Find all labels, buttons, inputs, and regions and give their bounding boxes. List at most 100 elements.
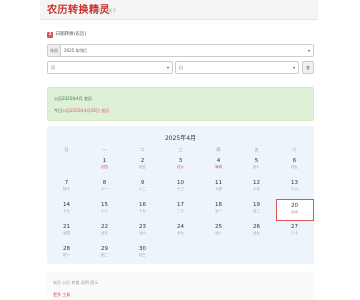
top-nav: 首页 关于 bbox=[93, 8, 122, 14]
day-number: 19 bbox=[253, 202, 260, 208]
lunar-day: 廿九 bbox=[253, 231, 260, 235]
weekday-header: 六 bbox=[292, 147, 297, 152]
calendar-day[interactable]: 15 十八 bbox=[86, 199, 124, 221]
month-calendar: 2025年4月 日一二三四五六 1 初四 2 初五 3 初六 4 清明 5 初八 6 初九 7 初十 8 十一 9… bbox=[47, 126, 314, 264]
nav-home-link[interactable]: 首页 bbox=[93, 8, 101, 13]
day-number: 26 bbox=[253, 224, 260, 230]
month-select[interactable]: 月 ▾ bbox=[47, 61, 173, 74]
section-title-text: 日期转换(农历) bbox=[55, 32, 87, 37]
chevron-down-icon: ▾ bbox=[292, 65, 295, 70]
day-number: 6 bbox=[292, 158, 297, 164]
day-number: 28 bbox=[63, 246, 70, 252]
day-number: 2 bbox=[140, 158, 145, 164]
calendar-day[interactable]: 11 十四 bbox=[200, 177, 238, 199]
footnote: 农历 公历 转换 说明 提示 更多 工具 bbox=[47, 272, 314, 300]
footnote-line-1: 农历 公历 转换 说明 提示 bbox=[53, 280, 99, 285]
calendar-day[interactable]: 7 初十 bbox=[48, 177, 86, 199]
day-number: 10 bbox=[177, 180, 184, 186]
weekday-header: 三 bbox=[178, 147, 183, 152]
lunar-day: 谷雨 bbox=[291, 210, 298, 214]
lunar-day: 十三 bbox=[177, 187, 184, 191]
lunar-day: 十二 bbox=[139, 187, 146, 191]
lunar-day: 廿二 bbox=[253, 209, 260, 213]
lunar-day: 初三 bbox=[139, 253, 146, 257]
footnote-line-2[interactable]: 更多 工具 bbox=[53, 292, 70, 298]
weekday-header: 二 bbox=[140, 147, 145, 152]
lunar-day: 十七 bbox=[63, 209, 70, 213]
day-number: 9 bbox=[140, 180, 145, 186]
result-line-2-date: 公历2025年4月20日 农历 bbox=[62, 108, 110, 113]
lunar-day: 廿六 bbox=[139, 231, 146, 235]
calendar-day[interactable]: 9 十二 bbox=[124, 177, 162, 199]
lunar-day: 初六 bbox=[177, 165, 184, 169]
nav-about-link[interactable]: 关于 bbox=[108, 8, 116, 13]
lunar-day: 廿四 bbox=[63, 231, 70, 235]
calendar-day[interactable]: 5 初八 bbox=[238, 155, 276, 177]
lunar-day: 初一 bbox=[63, 253, 70, 257]
day-select[interactable]: 日 ▾ bbox=[175, 61, 299, 74]
calendar-day[interactable]: 4 清明 bbox=[200, 155, 238, 177]
day-number: 8 bbox=[102, 180, 107, 186]
calendar-title: 2025年4月 bbox=[164, 135, 197, 142]
query-button[interactable]: 查 bbox=[302, 61, 314, 74]
calendar-day[interactable]: 22 廿五 bbox=[86, 221, 124, 243]
calendar-day[interactable]: 3 初六 bbox=[162, 155, 200, 177]
lunar-day: 初十 bbox=[63, 187, 70, 191]
calendar-day[interactable]: 24 廿七 bbox=[162, 221, 200, 243]
lunar-day: 三十 bbox=[291, 231, 298, 235]
year-select-value: 2025 年[蛇] bbox=[64, 48, 87, 53]
calendar-day[interactable]: 13 十六 bbox=[276, 177, 314, 199]
day-number: 11 bbox=[215, 180, 222, 186]
weekday-header: 日 bbox=[64, 147, 69, 152]
calendar-day[interactable]: 12 十五 bbox=[238, 177, 276, 199]
day-number: 22 bbox=[101, 224, 108, 230]
year-select-addon: 年份 bbox=[48, 45, 61, 56]
day-number: 4 bbox=[216, 158, 221, 164]
calendar-day[interactable]: 26 廿九 bbox=[238, 221, 276, 243]
day-number: 23 bbox=[139, 224, 146, 230]
lunar-day: 初四 bbox=[101, 165, 108, 169]
day-number: 18 bbox=[215, 202, 222, 208]
lunar-day: 十六 bbox=[291, 187, 298, 191]
calendar-day[interactable]: 1 初四 bbox=[86, 155, 124, 177]
day-number: 14 bbox=[63, 202, 70, 208]
calendar-day[interactable]: 8 十一 bbox=[86, 177, 124, 199]
calendar-day[interactable]: 30 初三 bbox=[124, 243, 162, 265]
lunar-day: 廿一 bbox=[215, 209, 222, 213]
calendar-day[interactable]: 14 十七 bbox=[48, 199, 86, 221]
result-alert: 公历2025年4月 农历 今日公历2025年4月20日 农历 bbox=[47, 87, 314, 121]
day-number: 27 bbox=[291, 224, 298, 230]
calendar-day[interactable]: 28 初一 bbox=[48, 243, 86, 265]
result-line-2: 今日公历2025年4月20日 农历 bbox=[54, 108, 109, 114]
weekday-header: 五 bbox=[254, 147, 259, 152]
calendar-day[interactable]: 10 十三 bbox=[162, 177, 200, 199]
day-number: 25 bbox=[215, 224, 222, 230]
day-number: 30 bbox=[139, 246, 146, 252]
calendar-day[interactable]: 16 十九 bbox=[124, 199, 162, 221]
day-number: 13 bbox=[291, 180, 298, 186]
lunar-day: 十九 bbox=[139, 209, 146, 213]
calendar-day[interactable]: 18 廿一 bbox=[200, 199, 238, 221]
lunar-day: 廿八 bbox=[215, 231, 222, 235]
calendar-day[interactable]: 6 初九 bbox=[276, 155, 314, 177]
lunar-day: 二十 bbox=[177, 209, 184, 213]
lunar-day: 十八 bbox=[101, 209, 108, 213]
day-select-value: 日 bbox=[179, 65, 183, 70]
calendar-day[interactable]: 19 廿二 bbox=[238, 199, 276, 221]
top-bar: 农历转换精灵 首页 关于 bbox=[40, 0, 318, 20]
day-number: 7 bbox=[64, 180, 69, 186]
lunar-day: 廿五 bbox=[101, 231, 108, 235]
calendar-day-today[interactable]: 20 谷雨 bbox=[275, 199, 314, 221]
calendar-day[interactable]: 17 二十 bbox=[162, 199, 200, 221]
calendar-day[interactable]: 21 廿四 bbox=[48, 221, 86, 243]
calendar-day[interactable]: 25 廿八 bbox=[200, 221, 238, 243]
lunar-day: 清明 bbox=[215, 165, 222, 169]
weekday-header: 一 bbox=[102, 147, 107, 152]
calendar-day[interactable]: 27 三十 bbox=[276, 221, 314, 243]
calendar-day[interactable]: 23 廿六 bbox=[124, 221, 162, 243]
calendar-day[interactable]: 2 初五 bbox=[124, 155, 162, 177]
calendar-day[interactable]: 29 初二 bbox=[86, 243, 124, 265]
day-number: 17 bbox=[177, 202, 184, 208]
day-number: 12 bbox=[253, 180, 260, 186]
year-select[interactable]: 年份 2025 年[蛇] ▾ bbox=[47, 44, 314, 57]
